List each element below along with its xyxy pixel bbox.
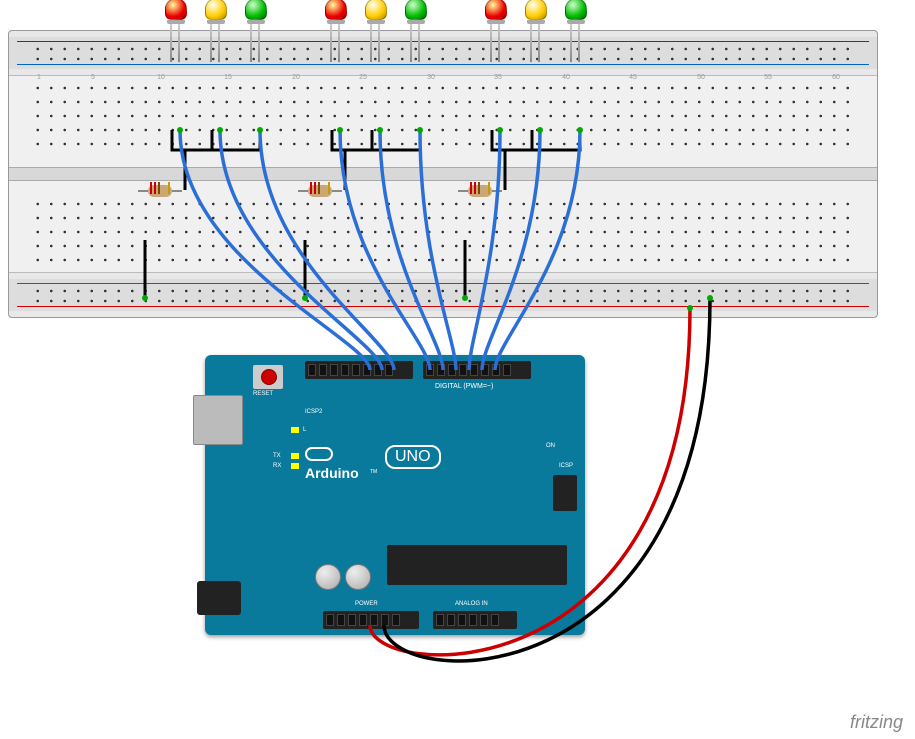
power-jack <box>197 581 241 615</box>
power-rail-bottom <box>9 279 877 311</box>
power-rail-top <box>9 37 877 69</box>
arduino-logo-icon <box>305 445 337 462</box>
power-label: POWER <box>355 601 378 607</box>
digital-label: DIGITAL (PWM=~) <box>435 383 493 390</box>
col-num: 60 <box>832 74 840 81</box>
col-num: 25 <box>359 74 367 81</box>
icsp-label: ICSP <box>559 463 573 469</box>
watermark: fritzing <box>850 712 903 733</box>
capacitors <box>315 564 375 595</box>
brand-label: Arduino <box>305 465 359 481</box>
led-green-3 <box>563 0 589 48</box>
breadboard: 1 5 10 15 20 25 30 35 40 45 50 55 60 <box>8 30 878 318</box>
analog-label: ANALOG IN <box>455 601 488 607</box>
col-num: 45 <box>629 74 637 81</box>
led-green-2 <box>403 0 429 48</box>
led-yellow-2 <box>363 0 389 48</box>
power-header[interactable] <box>323 611 419 629</box>
resistor-1 <box>140 188 180 194</box>
col-num: 5 <box>91 74 95 81</box>
led-red-2 <box>323 0 349 48</box>
l-led-icon <box>291 427 299 433</box>
rx-led-icon <box>291 463 299 469</box>
col-num: 55 <box>764 74 772 81</box>
reset-button[interactable] <box>253 365 283 389</box>
icsp2-label: ICSP2 <box>305 409 322 415</box>
col-num: 10 <box>157 74 165 81</box>
digital-header-right[interactable] <box>423 361 531 379</box>
on-label: ON <box>546 443 555 449</box>
col-num: 20 <box>292 74 300 81</box>
col-num: 15 <box>224 74 232 81</box>
atmega-chip <box>387 545 567 585</box>
led-green-1 <box>243 0 269 48</box>
model-label: UNO <box>385 445 441 469</box>
arduino-uno-board: RESET ICSP2 DIGITAL (PWM=~) POWER ANALOG… <box>205 355 585 635</box>
tm-label: TM <box>370 469 377 475</box>
led-yellow-3 <box>523 0 549 48</box>
analog-header[interactable] <box>433 611 517 629</box>
col-num: 35 <box>494 74 502 81</box>
col-num: 40 <box>562 74 570 81</box>
col-num: 30 <box>427 74 435 81</box>
tx-label: TX <box>273 453 281 459</box>
col-num: 50 <box>697 74 705 81</box>
rx-label: RX <box>273 463 281 469</box>
resistor-2 <box>300 188 340 194</box>
digital-header-left[interactable] <box>305 361 413 379</box>
led-red-1 <box>163 0 189 48</box>
col-num: 1 <box>37 74 41 81</box>
icsp-header[interactable] <box>553 475 577 511</box>
led-yellow-1 <box>203 0 229 48</box>
l-label: L <box>303 427 306 433</box>
breadboard-main: 1 5 10 15 20 25 30 35 40 45 50 55 60 <box>9 75 877 273</box>
led-red-3 <box>483 0 509 48</box>
tx-led-icon <box>291 453 299 459</box>
reset-label: RESET <box>253 391 273 397</box>
usb-port <box>193 395 243 445</box>
resistor-3 <box>460 188 500 194</box>
